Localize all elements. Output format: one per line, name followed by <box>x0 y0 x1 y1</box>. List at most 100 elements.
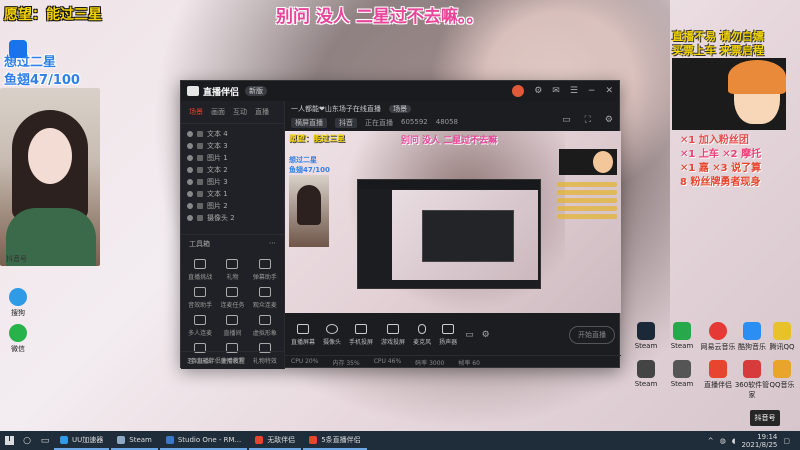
tool-item[interactable]: 虚拟形象 <box>250 315 280 337</box>
lock-icon[interactable] <box>197 215 203 221</box>
source-game[interactable]: 游戏投屏 <box>381 324 405 346</box>
tool-item[interactable]: 礼物 <box>217 259 247 281</box>
start-button[interactable] <box>0 431 18 450</box>
close-icon[interactable]: ✕ <box>605 86 613 96</box>
eye-icon[interactable] <box>187 215 193 221</box>
layer-item[interactable]: 图片 1 <box>187 152 278 164</box>
scene-title[interactable]: 一人都能❤山东场子在线直播 <box>291 105 381 113</box>
netease-music-icon <box>709 322 727 340</box>
tab-live[interactable]: 直播 <box>255 107 269 117</box>
source-screen[interactable]: 直播屏幕 <box>291 324 315 346</box>
desktop-icon[interactable]: Steam <box>628 322 664 350</box>
overlay-wish-text: 愿望：能过三星 <box>4 7 102 23</box>
user-avatar[interactable] <box>512 85 525 97</box>
app-version-badge[interactable]: 新版 <box>245 86 268 96</box>
tool-item[interactable]: 直播挑战 <box>185 259 215 281</box>
mic-control[interactable]: 麦克风 <box>413 324 431 346</box>
desktop-icon[interactable]: Steam <box>664 360 700 388</box>
scene-tag[interactable]: 场景 <box>389 105 412 113</box>
menu-icon[interactable]: ☰ <box>570 86 578 96</box>
desktop-icon-sogou[interactable]: 搜狗 <box>0 288 36 318</box>
lock-icon[interactable] <box>197 155 203 161</box>
taskbar-item[interactable]: Steam <box>111 431 158 450</box>
chevron-up-icon[interactable]: ^ <box>708 437 714 445</box>
notification-icon[interactable]: ▢ <box>783 437 790 445</box>
more-icon[interactable]: ⋯ <box>269 239 276 249</box>
tool-item[interactable]: 音效助手 <box>185 287 215 309</box>
speaker-control[interactable]: 扬声器 <box>439 324 457 346</box>
desktop-icon-douyin[interactable] <box>0 40 36 60</box>
taskbar-item[interactable]: 无敌伴侣 <box>249 431 302 450</box>
eye-icon[interactable] <box>187 143 193 149</box>
layer-item[interactable]: 图片 2 <box>187 200 278 212</box>
fullscreen-icon[interactable]: ⛶ <box>585 115 591 125</box>
window-icon[interactable]: ▭ <box>562 115 571 125</box>
live-preview[interactable]: 愿望：能过三星 别问 没人 二星过不去嘛 想过二星 鱼翅47/100 <box>285 131 621 313</box>
steam-icon <box>637 322 655 340</box>
message-icon[interactable]: ✉ <box>552 86 560 96</box>
layer-item[interactable]: 文本 3 <box>187 140 278 152</box>
taskbar-item[interactable]: UU加速器 <box>54 431 110 450</box>
desktop-icon[interactable]: Steam <box>628 360 664 388</box>
layer-item[interactable]: 文本 1 <box>187 188 278 200</box>
settings-icon[interactable]: ⚙ <box>534 86 542 96</box>
lock-icon[interactable] <box>197 167 203 173</box>
lock-icon[interactable] <box>197 179 203 185</box>
tutorial-link[interactable]: 3条直播伴侣使用教程 <box>181 351 285 369</box>
start-live-button[interactable]: 开始直播 <box>569 326 615 344</box>
taskbar-item[interactable]: 5条直播伴侣 <box>303 431 367 450</box>
live-status: 正在直播 <box>365 119 393 127</box>
lock-icon[interactable] <box>197 203 203 209</box>
layer-item[interactable]: 文本 2 <box>187 164 278 176</box>
settings-icon[interactable]: ⚙ <box>482 330 490 340</box>
tool-item[interactable]: 观众连麦 <box>250 287 280 309</box>
orientation-pill[interactable]: 横屏直播 <box>291 118 327 128</box>
tool-icon <box>258 287 271 297</box>
desktop-icon[interactable]: QQ音乐 <box>764 360 800 390</box>
desktop-icon[interactable]: 网易云音乐 <box>700 322 736 352</box>
record-icon[interactable]: ▭ <box>465 330 474 340</box>
lock-icon[interactable] <box>197 143 203 149</box>
lock-icon[interactable] <box>197 131 203 137</box>
clock[interactable]: 19:14 2021/8/25 <box>741 433 777 449</box>
desktop-icon-wechat[interactable]: 微信 <box>0 324 36 354</box>
eye-icon[interactable] <box>187 191 193 197</box>
tool-item[interactable]: 连麦任务 <box>217 287 247 309</box>
tool-item[interactable]: 多人连麦 <box>185 315 215 337</box>
eye-icon[interactable] <box>187 155 193 161</box>
tab-picture[interactable]: 画面 <box>211 107 225 117</box>
eye-icon[interactable] <box>187 131 193 137</box>
desktop-icon[interactable]: 腾讯QQ <box>764 322 800 352</box>
nested-window-capture <box>357 179 541 289</box>
network-icon[interactable]: ◍ <box>720 437 726 445</box>
tool-item[interactable]: 弹幕助手 <box>250 259 280 281</box>
scene-tabs: 场景 画面 互动 直播 <box>181 101 284 124</box>
tool-icon <box>258 259 271 269</box>
source-camera[interactable]: 摄像头 <box>323 324 341 346</box>
steam-icon <box>117 435 126 444</box>
eye-icon[interactable] <box>187 167 193 173</box>
tool-item[interactable]: 直播间 <box>217 315 247 337</box>
taskbar: ○ ▭ UU加速器 Steam Studio One - RM... 无敌伴侣 … <box>0 431 800 450</box>
tab-scene[interactable]: 场景 <box>189 107 203 117</box>
minimize-icon[interactable]: − <box>588 86 596 96</box>
eye-icon[interactable] <box>187 179 193 185</box>
platform-pill[interactable]: 抖音 <box>335 118 357 128</box>
lock-icon[interactable] <box>197 191 203 197</box>
anime-character-image <box>672 58 786 130</box>
desktop-icon[interactable]: Steam <box>664 322 700 350</box>
settings-icon[interactable]: ⚙ <box>605 115 613 125</box>
volume-icon[interactable]: ◖ <box>732 437 736 445</box>
app-titlebar[interactable]: 直播伴侣 新版 ⚙ ✉ ☰ − ✕ <box>181 81 619 101</box>
layer-item[interactable]: 图片 3 <box>187 176 278 188</box>
eye-icon[interactable] <box>187 203 193 209</box>
steam-icon <box>637 360 655 378</box>
desktop-icon[interactable]: 直播伴侣 <box>700 360 736 390</box>
layer-item[interactable]: 文本 4 <box>187 128 278 140</box>
task-view-icon[interactable]: ▭ <box>36 431 54 450</box>
layer-item[interactable]: 摄像头 2 <box>187 212 278 224</box>
taskbar-item[interactable]: Studio One - RM... <box>159 431 248 450</box>
tab-interact[interactable]: 互动 <box>233 107 247 117</box>
source-phone[interactable]: 手机投屏 <box>349 324 373 346</box>
search-icon[interactable]: ○ <box>18 431 36 450</box>
